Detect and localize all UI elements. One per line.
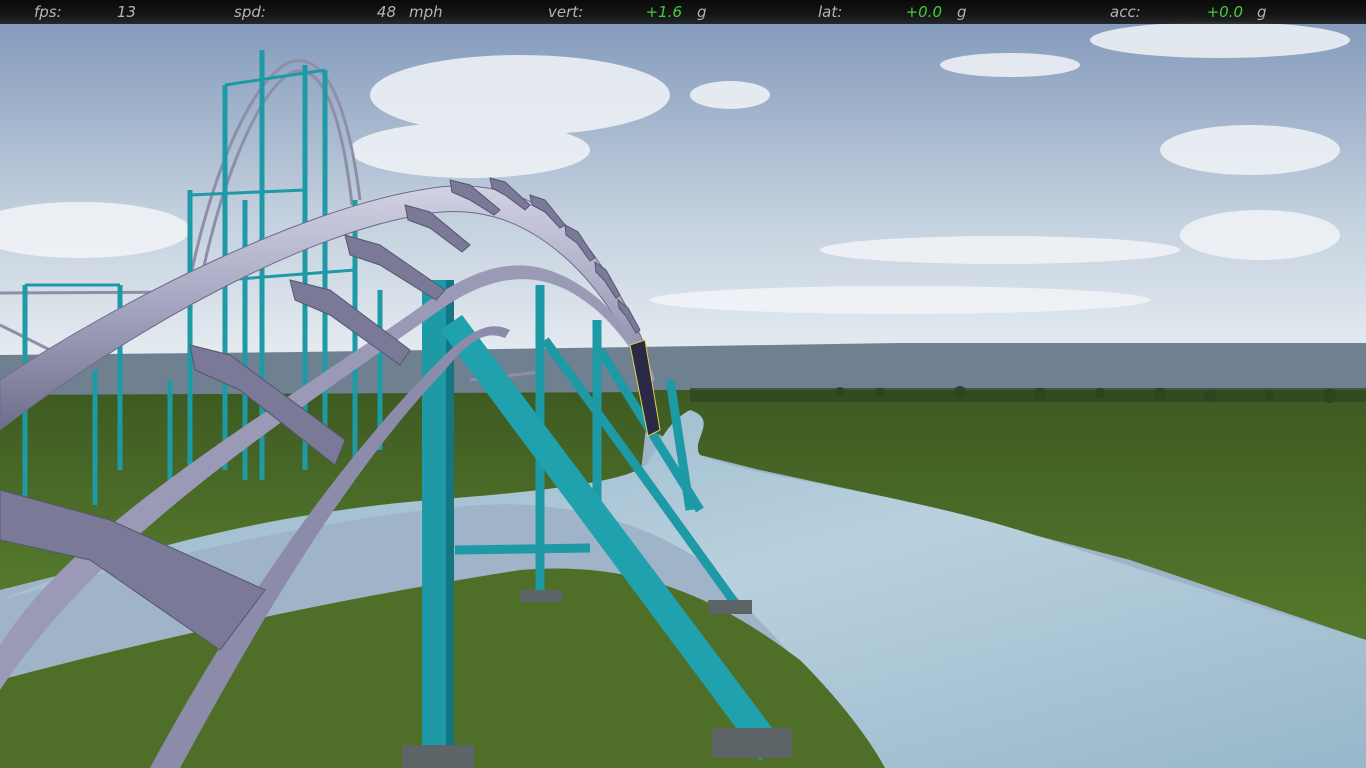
vertical-g-label: vert:	[548, 3, 584, 21]
stats-hud: fps: 13 spd: 48 mph vert: +1.6 g lat: +0…	[0, 0, 1366, 24]
lateral-g-value: +0.0	[905, 3, 942, 21]
speed-value: 48	[376, 3, 396, 21]
speed-label: spd:	[234, 3, 266, 21]
lateral-g-unit: g	[957, 3, 967, 21]
acceleration-g-unit: g	[1257, 3, 1267, 21]
coaster-scene	[0, 0, 1366, 768]
speed-unit: mph	[409, 3, 443, 21]
lateral-g-label: lat:	[818, 3, 843, 21]
acceleration-g-value: +0.0	[1206, 3, 1243, 21]
acceleration-g-label: acc:	[1110, 3, 1141, 21]
vertical-g-unit: g	[697, 3, 707, 21]
game-viewport[interactable]: fps: 13 spd: 48 mph vert: +1.6 g lat: +0…	[0, 0, 1366, 768]
fps-label: fps:	[34, 3, 62, 21]
fps-value: 13	[116, 3, 136, 21]
vertical-g-value: +1.6	[645, 3, 682, 21]
tree-line	[690, 386, 1366, 403]
